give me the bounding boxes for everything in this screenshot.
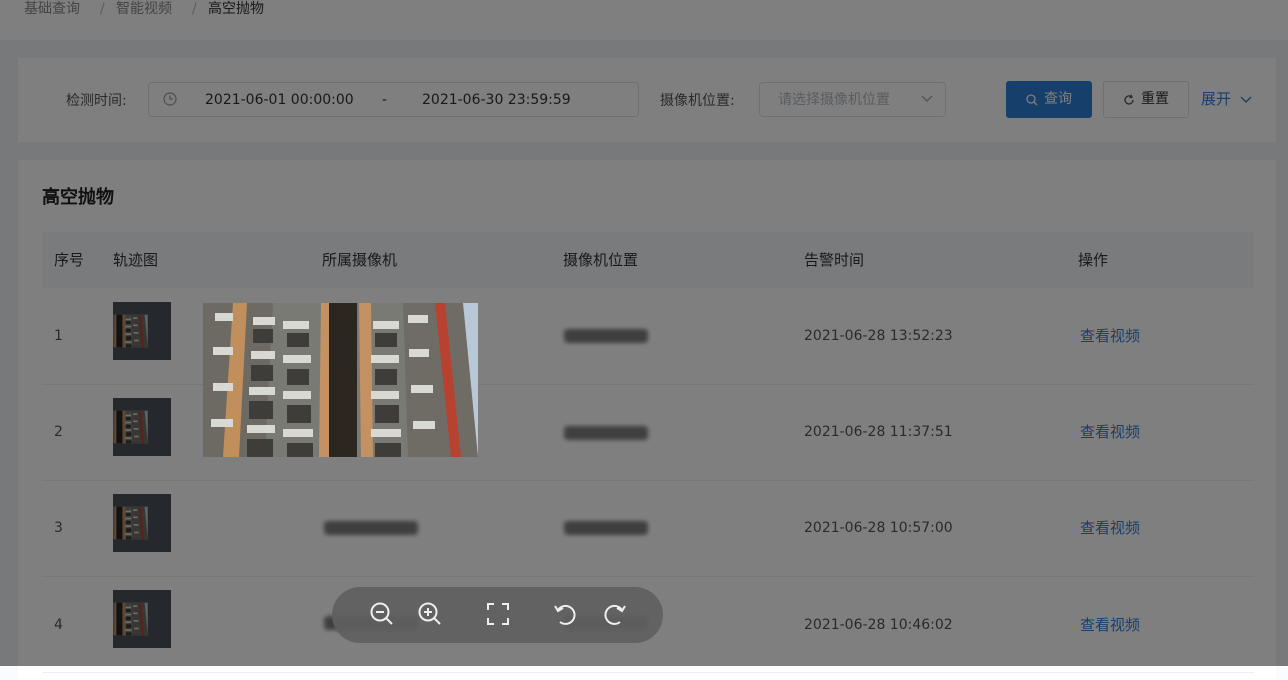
image-viewer-toolbar — [332, 587, 663, 643]
rotate-right-icon[interactable] — [600, 600, 628, 628]
fullscreen-icon[interactable] — [484, 600, 512, 628]
rotate-left-icon[interactable] — [552, 600, 580, 628]
zoom-out-icon[interactable] — [368, 600, 396, 628]
zoom-in-icon[interactable] — [416, 600, 444, 628]
image-viewer-mask[interactable] — [0, 0, 1288, 666]
trajectory-image-preview[interactable] — [203, 303, 478, 457]
